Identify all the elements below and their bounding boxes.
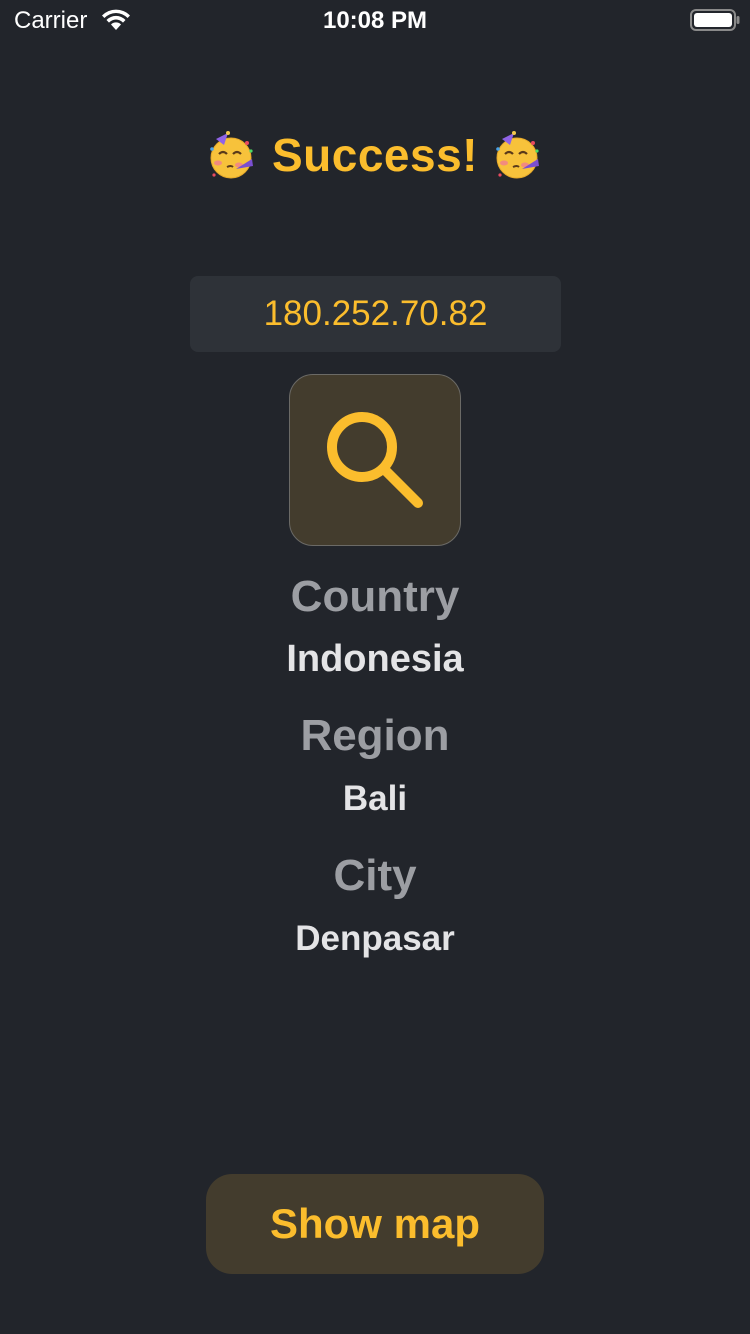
country-value: Indonesia bbox=[286, 638, 464, 680]
ip-address-input[interactable]: 180.252.70.82 bbox=[190, 276, 561, 352]
show-map-button[interactable]: Show map bbox=[206, 1174, 544, 1274]
region-value: Bali bbox=[342, 779, 408, 818]
city-value: Denpasar bbox=[295, 919, 455, 958]
partying-face-icon bbox=[496, 131, 539, 179]
battery-icon bbox=[690, 9, 740, 31]
region-label: Region bbox=[300, 711, 450, 760]
partying-face-icon bbox=[210, 131, 253, 179]
screen: Carrier 10:08 PM Success! 180.252.70.82 … bbox=[0, 0, 750, 1334]
magnifying-glass-icon bbox=[327, 412, 423, 508]
page-title: Success! bbox=[0, 128, 750, 182]
title-text: Success! bbox=[271, 129, 478, 181]
status-bar: Carrier 10:08 PM bbox=[0, 0, 750, 40]
country-label: Country bbox=[290, 572, 460, 621]
city-label: City bbox=[333, 851, 417, 900]
status-time: 10:08 PM bbox=[322, 7, 428, 34]
search-button[interactable] bbox=[289, 374, 461, 546]
